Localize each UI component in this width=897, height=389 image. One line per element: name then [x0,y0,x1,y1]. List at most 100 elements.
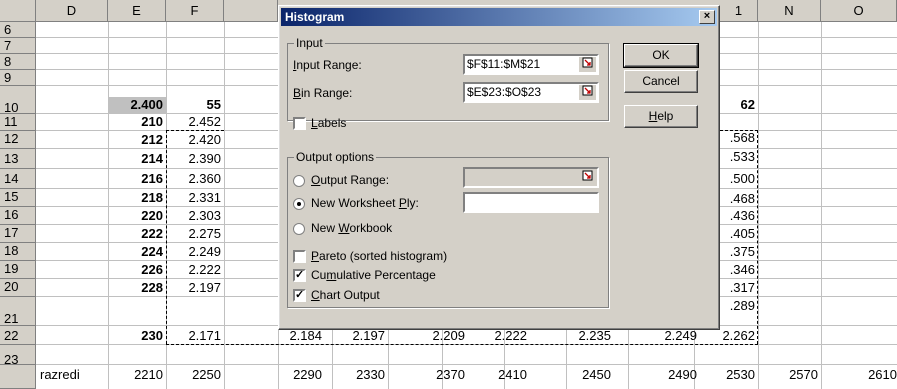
row-header[interactable]: 7 [0,38,36,54]
chart-output-checkbox[interactable]: ✓ [293,289,306,302]
cell-f18[interactable]: 2.249 [166,243,224,261]
bin-range-value: $E$23:$O$23 [467,85,542,99]
cell-f15[interactable]: 2.331 [166,189,224,207]
cell-e10[interactable]: 2.400 [109,97,166,113]
help-button-rest: elp [657,109,674,123]
cell-o23[interactable]: 2610 [821,365,897,385]
range-select-icon[interactable] [579,170,596,185]
cell-e11[interactable]: 210 [108,114,166,130]
cell-e18[interactable]: 224 [108,243,166,261]
cell-f13[interactable]: 2.390 [166,149,224,169]
cell-m13[interactable]: .500 [720,169,758,189]
row-header[interactable]: 19 [0,261,36,279]
cell-e17[interactable]: 222 [108,225,166,243]
close-icon[interactable]: × [699,10,715,24]
row-header[interactable]: 15 [0,189,36,207]
row-header[interactable]: 8 [0,54,36,70]
radio-selected-dot [297,202,301,206]
cell-e19[interactable]: 226 [108,261,166,279]
cell-f10[interactable]: 55 [166,97,224,113]
pareto-checkbox[interactable] [293,250,306,263]
cell-f17[interactable]: 2.275 [166,225,224,243]
dialog-titlebar[interactable]: Histogram × [281,8,717,26]
range-select-icon[interactable] [579,57,596,72]
ok-button[interactable]: OK [623,43,699,68]
new-worksheet-ply-radio[interactable] [293,198,305,210]
cell-e16[interactable]: 220 [108,207,166,225]
cell-f20[interactable]: 2.197 [166,279,224,297]
row-header[interactable]: 14 [0,169,36,189]
selection-border-right [757,130,758,344]
row-header[interactable]: 17 [0,225,36,243]
selection-border-top-right [720,130,758,131]
cell-m17[interactable]: .375 [720,243,758,261]
cell-d23[interactable]: razredi [38,365,108,385]
row-header[interactable]: 23 [0,345,36,365]
row-header[interactable]: 9 [0,70,36,86]
cell-e21[interactable]: 230 [108,327,166,345]
row-header[interactable]: 13 [0,149,36,169]
output-range-field[interactable] [463,167,599,188]
bin-range-field[interactable]: $E$23:$O$23 [463,82,599,103]
chart-output-label-rest: hart Output [319,288,380,302]
cell-m12[interactable]: .533 [720,148,758,166]
row-header[interactable]: 20 [0,279,36,297]
cell-e13[interactable]: 214 [108,149,166,169]
cell-f11[interactable]: 2.452 [166,114,224,130]
col-header-n[interactable]: N [758,0,821,21]
cell-l23[interactable]: 2490 [566,365,700,385]
cell-e12[interactable]: 212 [108,131,166,149]
cumulative-checkbox[interactable]: ✓ [293,269,306,282]
row-header[interactable]: 22 [0,326,36,345]
cell-m10[interactable]: 62 [720,97,758,113]
col-header-g[interactable] [224,0,278,21]
cell-g23[interactable]: 2290 [224,365,332,385]
cell-e15[interactable]: 218 [108,189,166,207]
help-button[interactable]: Help [624,105,698,128]
cell-m20[interactable]: .289 [720,297,758,315]
cell-m19[interactable]: .317 [720,279,758,297]
cell-m14[interactable]: .468 [720,189,758,209]
cell-e23[interactable]: 2210 [108,365,166,385]
labels-checkbox[interactable] [293,117,306,130]
row-header[interactable]: 11 [0,114,36,131]
new-workbook-radio[interactable] [293,223,305,235]
selection-border-left [166,130,167,344]
cell-e20[interactable]: 228 [108,279,166,297]
cell-m11[interactable]: .568 [720,130,758,146]
row-header[interactable]: 16 [0,207,36,225]
col-header-f[interactable]: F [166,0,224,21]
range-select-icon[interactable] [579,85,596,100]
row-header[interactable] [0,365,36,389]
input-range-field[interactable]: $F$11:$M$21 [463,54,599,75]
cell-m18[interactable]: .346 [720,261,758,279]
cancel-button[interactable]: Cancel [624,70,698,93]
row-header[interactable]: 10 [0,86,36,114]
cell-m15[interactable]: .436 [720,207,758,225]
cell-f14[interactable]: 2.360 [166,169,224,189]
row-header[interactable]: 12 [0,131,36,149]
cell-h23[interactable]: 2330 [332,365,388,385]
new-ply-field[interactable] [463,192,599,213]
col-header-m[interactable]: 1 [720,0,758,21]
cell-f16[interactable]: 2.303 [166,207,224,225]
row-header[interactable]: 6 [0,22,36,38]
labels-label: Labels [311,116,346,130]
row-header[interactable]: 21 [0,297,36,326]
cell-m16[interactable]: .405 [720,225,758,243]
cell-e14[interactable]: 216 [108,169,166,189]
cell-f12[interactable]: 2.420 [166,131,224,149]
cell-f21[interactable]: 2.171 [166,327,224,345]
input-range-label: Input Range: [293,58,362,72]
col-header-o[interactable]: O [821,0,897,21]
cell-f19[interactable]: 2.222 [166,261,224,279]
col-header-d[interactable]: D [36,0,108,21]
output-range-radio[interactable] [293,175,305,187]
col-header-e[interactable]: E [108,0,166,21]
cell-f23[interactable]: 2250 [166,365,224,385]
mnemonic-p: P [398,196,407,210]
row-header[interactable]: 18 [0,243,36,261]
corner-cell[interactable] [0,0,36,21]
cell-n23[interactable]: 2570 [758,365,821,385]
cell-m23[interactable]: 2530 [694,365,758,385]
